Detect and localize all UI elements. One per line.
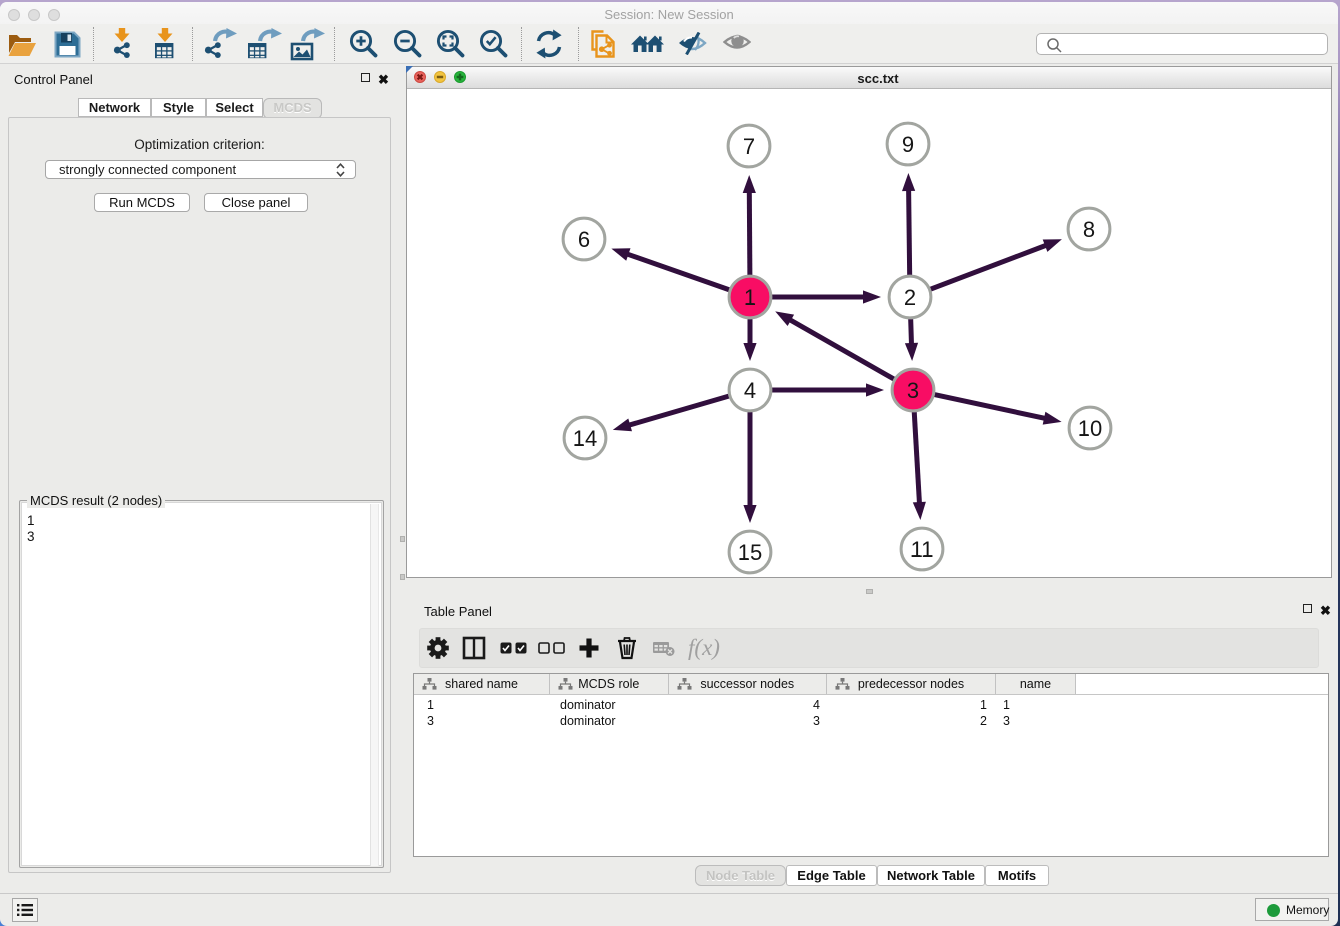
svg-text:7: 7	[743, 134, 755, 159]
svg-text:15: 15	[738, 540, 762, 565]
svg-text:8: 8	[1083, 217, 1095, 242]
svg-text:9: 9	[902, 132, 914, 157]
svg-text:11: 11	[911, 537, 934, 562]
svg-text:f(x): f(x)	[688, 635, 720, 660]
svg-text:3: 3	[907, 378, 919, 403]
svg-text:1: 1	[744, 285, 756, 310]
svg-text:2: 2	[904, 285, 916, 310]
svg-text:6: 6	[578, 227, 590, 252]
svg-text:10: 10	[1078, 416, 1102, 441]
svg-text:4: 4	[744, 378, 756, 403]
svg-text:14: 14	[573, 426, 597, 451]
